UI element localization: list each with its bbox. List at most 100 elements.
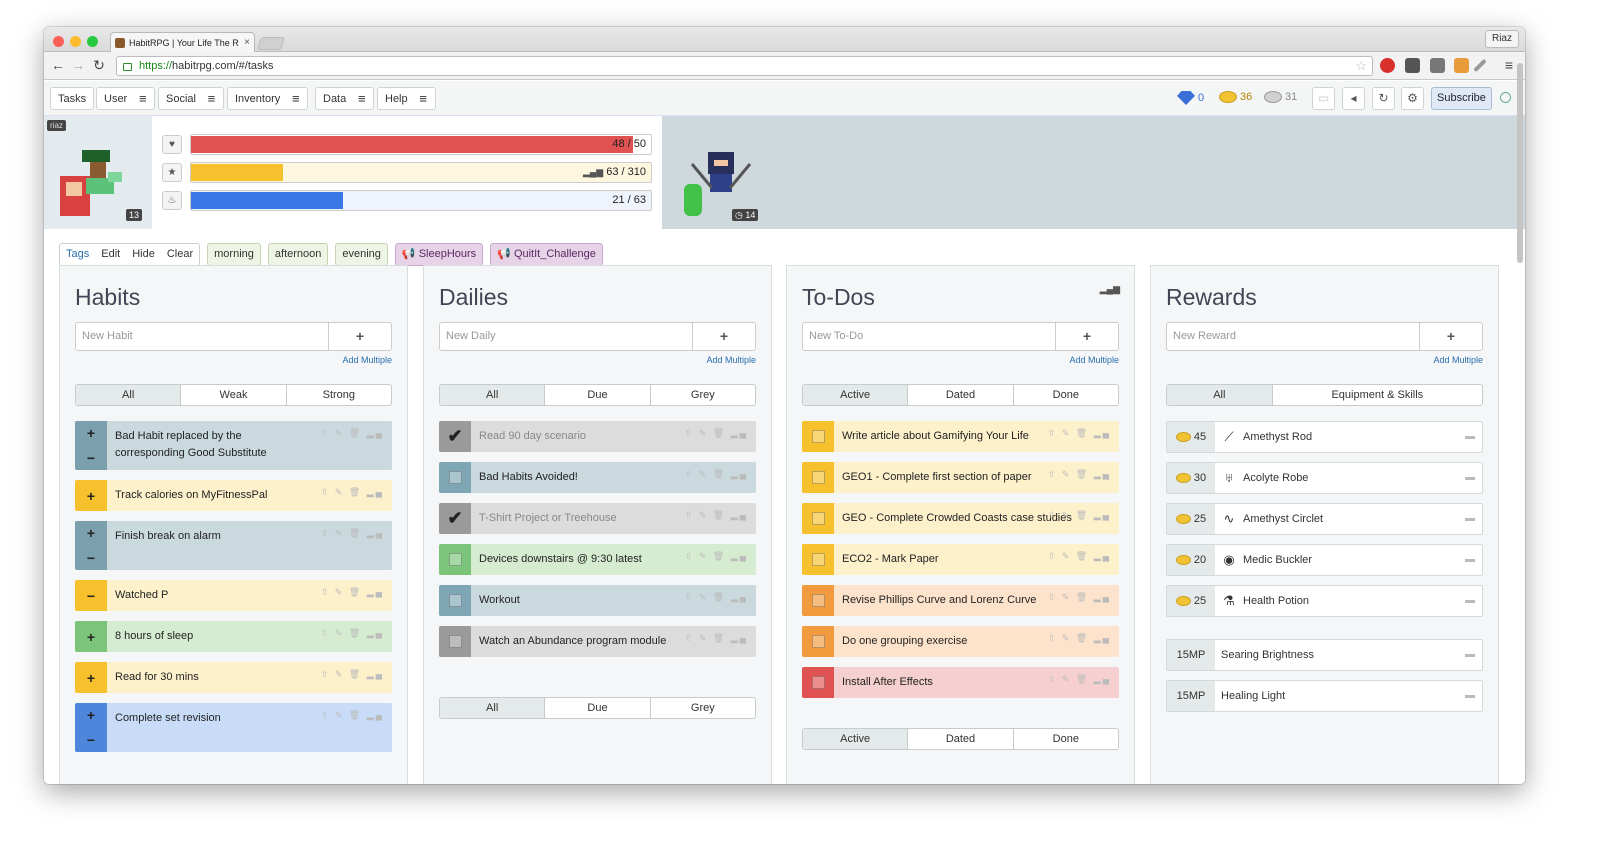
player-avatar[interactable]: riaz 13: [44, 116, 152, 229]
sync-icon[interactable]: ↻: [1372, 87, 1395, 110]
comment-icon[interactable]: ▬: [1458, 545, 1482, 575]
close-window-button[interactable]: [53, 36, 64, 47]
sound-mute-icon[interactable]: ◂: [1342, 87, 1365, 110]
task-actions[interactable]: ⇧ ✎ 🗑 ▂▄: [1048, 428, 1111, 439]
tab-close-icon[interactable]: ×: [244, 37, 250, 48]
nav-data[interactable]: Data ≡: [315, 87, 375, 110]
subscribe-button[interactable]: Subscribe: [1431, 87, 1492, 110]
daily-checkbox[interactable]: [439, 585, 471, 616]
profile-button[interactable]: Riaz: [1484, 30, 1519, 48]
todos-bottom-filter-dated[interactable]: Dated: [907, 729, 1012, 749]
comment-icon[interactable]: ▬: [1458, 422, 1482, 452]
checkbox-box[interactable]: [448, 553, 462, 566]
reward-item[interactable]: 30 ♅ Acolyte Robe ▬: [1166, 462, 1483, 494]
add-habit-button[interactable]: +: [329, 322, 392, 351]
daily-checkbox[interactable]: ✔: [439, 421, 471, 452]
new-tab-button[interactable]: [256, 37, 286, 50]
skill-item[interactable]: 15MP Healing Light ▬: [1166, 680, 1483, 712]
todos-bottom-filter-done[interactable]: Done: [1012, 729, 1118, 749]
task-actions[interactable]: ⇧ ✎ 🗑 ▂▄: [321, 628, 384, 639]
todo-item[interactable]: Write article about Gamifying Your Life ⇧…: [802, 421, 1119, 452]
dailies-filter-due[interactable]: Due: [544, 385, 649, 405]
todo-checkbox[interactable]: [802, 626, 834, 657]
checkbox-box[interactable]: [811, 471, 825, 484]
task-actions[interactable]: ⇧ ✎ 🗑 ▂▄: [1048, 674, 1111, 685]
dailies-filter-all[interactable]: All: [440, 385, 545, 405]
task-actions[interactable]: ⇧ ✎ 🗑 ▂▄: [685, 510, 748, 521]
daily-item[interactable]: Workout ⇧ ✎ 🗑 ▂▄: [439, 585, 756, 616]
habit-item[interactable]: +8 hours of sleep ⇧ ✎ 🗑 ▂▄: [75, 621, 392, 652]
habit-item[interactable]: + Track calories on MyFitnessPal ⇧ ✎ 🗑 ▂▄: [75, 480, 392, 511]
menu-icon[interactable]: ≡: [415, 91, 432, 106]
dailies-filter-grey[interactable]: Grey: [649, 385, 755, 405]
nav-social[interactable]: Social ≡: [158, 87, 224, 110]
task-actions[interactable]: ⇧ ✎ 🗑 ▂▄: [321, 710, 384, 721]
task-actions[interactable]: ⇧ ✎ 🗑 ▂▄: [1048, 551, 1111, 562]
habitrpg-extension-icon[interactable]: [1454, 58, 1469, 73]
comment-icon[interactable]: ▬: [1458, 504, 1482, 534]
comment-icon[interactable]: ▬: [1458, 463, 1482, 493]
address-bar[interactable]: https:// habitrpg.com/#/tasks ☆: [116, 56, 1373, 76]
rewards-filter-all[interactable]: All: [1167, 385, 1272, 405]
chrome-menu-icon[interactable]: ≡: [1501, 57, 1517, 73]
forward-arrow-icon[interactable]: →: [70, 57, 86, 73]
checkbox-box[interactable]: [448, 594, 462, 607]
comment-icon[interactable]: ▬: [1458, 681, 1482, 711]
habit-item[interactable]: + − Finish break on alarm ⇧ ✎ 🗑 ▂▄: [75, 521, 392, 570]
comment-icon[interactable]: ▬: [1458, 586, 1482, 616]
todo-item[interactable]: Install After Effects ⇧ ✎ 🗑 ▂▄: [802, 667, 1119, 698]
daily-item[interactable]: ✔ T-Shirt Project or Treehouse ⇧ ✎ 🗑 ▂▄: [439, 503, 756, 534]
task-actions[interactable]: ⇧ ✎ 🗑 ▂▄: [1048, 510, 1111, 521]
skill-cost[interactable]: 15MP: [1167, 640, 1215, 670]
daily-item[interactable]: Bad Habits Avoided! ⇧ ✎ 🗑 ▂▄: [439, 462, 756, 493]
task-actions[interactable]: ⇧ ✎ 🗑 ▂▄: [321, 428, 384, 439]
todos-add-multiple-link[interactable]: Add Multiple: [802, 355, 1119, 369]
rewards-filter-equipment-skills[interactable]: Equipment & Skills: [1271, 385, 1482, 405]
daily-checkbox[interactable]: ✔: [439, 503, 471, 534]
todos-filter-active[interactable]: Active: [803, 385, 908, 405]
habits-filter-weak[interactable]: Weak: [180, 385, 285, 405]
task-actions[interactable]: ⇧ ✎ 🗑 ▂▄: [685, 551, 748, 562]
todos-bottom-filter-active[interactable]: Active: [803, 729, 908, 749]
browser-tab[interactable]: HabitRPG | Your Life The R ×: [110, 32, 255, 52]
habit-up-button[interactable]: +: [75, 621, 107, 652]
reward-cost[interactable]: 45: [1167, 422, 1215, 452]
checkbox-box[interactable]: [448, 635, 462, 648]
menu-icon[interactable]: ≡: [353, 91, 370, 106]
add-todo-button[interactable]: +: [1056, 322, 1119, 351]
tag-sleephours[interactable]: 📢 SleepHours: [394, 243, 484, 266]
menu-icon[interactable]: ≡: [287, 91, 304, 106]
habits-filter-all[interactable]: All: [76, 385, 181, 405]
todos-filter-dated[interactable]: Dated: [907, 385, 1012, 405]
todo-stats-icon[interactable]: ▂▄▆: [1100, 284, 1120, 295]
edit-tags-button[interactable]: Edit: [95, 244, 126, 265]
reward-item[interactable]: 25 ⚗ Health Potion ▬: [1166, 585, 1483, 617]
task-actions[interactable]: ⇧ ✎ 🗑 ▂▄: [685, 633, 748, 644]
task-actions[interactable]: ⇧ ✎ 🗑 ▂▄: [321, 669, 384, 680]
nav-help[interactable]: Help ≡: [377, 87, 436, 110]
habit-item[interactable]: − Watched P ⇧ ✎ 🗑 ▂▄: [75, 580, 392, 611]
task-actions[interactable]: ⇧ ✎ 🗑 ▂▄: [321, 587, 384, 598]
habit-up-button[interactable]: +: [75, 521, 107, 546]
checkbox-box[interactable]: [811, 553, 825, 566]
skill-cost[interactable]: 15MP: [1167, 681, 1215, 711]
reward-cost[interactable]: 30: [1167, 463, 1215, 493]
task-actions[interactable]: ⇧ ✎ 🗑 ▂▄: [321, 487, 384, 498]
habit-item[interactable]: + − Complete set revision ⇧ ✎ 🗑 ▂▄: [75, 703, 392, 752]
todo-checkbox[interactable]: [802, 585, 834, 616]
habit-up-button[interactable]: +: [75, 703, 107, 728]
habit-item[interactable]: + − Bad Habit replaced by the correspondin…: [75, 421, 392, 470]
nav-tasks[interactable]: Tasks: [50, 87, 95, 110]
rewards-add-multiple-link[interactable]: Add Multiple: [1166, 355, 1483, 369]
habits-filter-strong[interactable]: Strong: [285, 385, 391, 405]
eyedropper-extension-icon[interactable]: [1473, 58, 1487, 73]
daily-item[interactable]: Devices downstairs @ 9:30 latest ⇧ ✎ 🗑 ▂▄: [439, 544, 756, 575]
todo-checkbox[interactable]: [802, 503, 834, 534]
dailies-bottom-filter-all[interactable]: All: [440, 698, 545, 718]
evernote-extension-icon[interactable]: [1430, 58, 1445, 73]
maximize-window-button[interactable]: [87, 36, 98, 47]
todo-checkbox[interactable]: [802, 544, 834, 575]
todo-checkbox[interactable]: [802, 462, 834, 493]
new-reward-input[interactable]: New Reward: [1166, 322, 1420, 351]
task-actions[interactable]: ⇧ ✎ 🗑 ▂▄: [685, 592, 748, 603]
